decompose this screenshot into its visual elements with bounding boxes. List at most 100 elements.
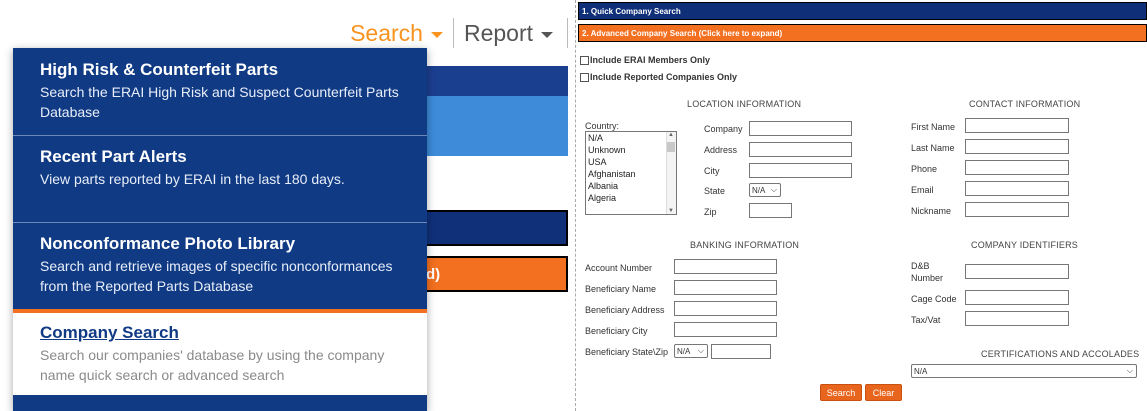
last-name-label: Last Name [911, 143, 955, 153]
tax-vat-input[interactable] [965, 311, 1069, 326]
dnb-label-line2: Number [911, 273, 944, 283]
menu-bottom-bar [13, 395, 427, 411]
members-only-option[interactable]: Include ERAI Members Only [580, 55, 710, 65]
state-select-value: N/A [752, 185, 766, 195]
scroll-up-icon[interactable]: ▲ [667, 132, 675, 138]
beneficiary-state-value: N/A [677, 346, 691, 356]
beneficiary-city-input[interactable] [674, 322, 777, 337]
menu-item-desc: Search our companies' database by using … [40, 347, 385, 383]
dnb-label-line1: D&B [911, 261, 930, 271]
country-option[interactable]: Algeria [586, 192, 676, 204]
first-name-label: First Name [911, 122, 956, 132]
certifications-select[interactable]: N/A ⌵ [911, 364, 1137, 378]
phone-label: Phone [911, 164, 938, 174]
page-bar-fragment: d) [426, 265, 441, 283]
account-number-label: Account Number [585, 263, 653, 273]
city-label: City [704, 166, 720, 176]
advanced-search-bar[interactable]: 2. Advanced Company Search (Click here t… [578, 24, 1147, 42]
chevron-down-icon: ⌵ [770, 185, 777, 194]
nickname-input[interactable] [965, 202, 1069, 217]
address-input[interactable] [749, 142, 852, 157]
nickname-label: Nickname [911, 206, 952, 216]
menu-item-recent-alerts[interactable]: Recent Part Alerts View parts reported b… [13, 135, 427, 222]
search-button[interactable]: Search [820, 384, 862, 401]
zip-input[interactable] [749, 203, 792, 218]
listbox-scrollbar[interactable]: ▲ ▼ [666, 132, 676, 214]
chevron-down-icon [541, 32, 553, 38]
identifiers-heading: COMPANY IDENTIFIERS [971, 240, 1078, 250]
menu-item-title: Company Search [40, 323, 179, 342]
members-only-label: Include ERAI Members Only [590, 55, 711, 65]
state-select[interactable]: N/A ⌵ [749, 183, 781, 197]
last-name-input[interactable] [965, 139, 1069, 154]
company-input[interactable] [749, 121, 852, 136]
certifications-select-value: N/A [914, 366, 928, 376]
beneficiary-zip-input[interactable] [711, 344, 771, 359]
state-label: State [704, 186, 726, 196]
country-option[interactable]: Unknown [586, 144, 676, 156]
scrollbar-thumb[interactable] [667, 142, 675, 152]
menu-item-title: High Risk & Counterfeit Parts [40, 60, 279, 79]
page-bar-blue [420, 66, 568, 96]
reported-only-option[interactable]: Include Reported Companies Only [580, 72, 737, 82]
beneficiary-address-label: Beneficiary Address [585, 305, 665, 315]
beneficiary-state-select[interactable]: N/A ⌵ [674, 344, 708, 358]
chevron-down-icon [430, 32, 443, 38]
city-input[interactable] [749, 163, 852, 178]
tax-vat-label: Tax/Vat [911, 315, 941, 325]
search-dropdown-menu: High Risk & Counterfeit Parts Search the… [13, 48, 427, 411]
country-listbox[interactable]: N/A Unknown USA Afghanistan Albania Alge… [585, 131, 677, 215]
nav-search[interactable]: Search [340, 20, 453, 47]
location-heading: LOCATION INFORMATION [687, 99, 802, 109]
beneficiary-city-label: Beneficiary City [585, 326, 648, 336]
menu-item-photo-library[interactable]: Nonconformance Photo Library Search and … [13, 222, 427, 309]
quick-search-bar[interactable]: 1. Quick Company Search [578, 2, 1147, 20]
beneficiary-name-input[interactable] [674, 280, 777, 295]
email-input[interactable] [965, 181, 1069, 196]
cage-code-input[interactable] [965, 290, 1069, 305]
country-option[interactable]: Albania [586, 180, 676, 192]
country-option[interactable]: USA [586, 156, 676, 168]
screenshot: d) Search Report High Risk & Counterfeit… [0, 0, 1147, 411]
country-label: Country: [585, 121, 620, 131]
menu-item-desc: Search and retrieve images of specific n… [40, 258, 393, 294]
nav-report[interactable]: Report [454, 20, 563, 47]
reported-only-label: Include Reported Companies Only [590, 72, 738, 82]
menu-item-company-search[interactable]: Company Search Search our companies' dat… [13, 309, 427, 395]
nav-menu-panel: d) Search Report High Risk & Counterfeit… [0, 0, 568, 411]
phone-input[interactable] [965, 160, 1069, 175]
members-only-checkbox[interactable] [580, 55, 589, 65]
menu-item-high-risk[interactable]: High Risk & Counterfeit Parts Search the… [13, 48, 427, 135]
menu-item-desc: Search the ERAI High Risk and Suspect Co… [40, 84, 399, 120]
page-bar-light-blue [420, 96, 568, 156]
chevron-down-icon: ⌵ [1126, 366, 1133, 375]
address-label: Address [704, 145, 738, 155]
menu-item-desc: View parts reported by ERAI in the last … [40, 171, 345, 187]
dnb-label: D&B Number [911, 260, 943, 284]
nav-report-label: Report [463, 19, 533, 46]
reported-only-checkbox[interactable] [580, 72, 589, 82]
clear-button[interactable]: Clear [865, 384, 902, 401]
zip-label: Zip [704, 207, 717, 217]
nav-search-label: Search [350, 19, 423, 46]
banking-heading: BANKING INFORMATION [690, 240, 800, 250]
company-search-form: 1. Quick Company Search 2. Advanced Comp… [575, 0, 1147, 411]
beneficiary-address-input[interactable] [674, 301, 777, 316]
country-option[interactable]: Afghanistan [586, 168, 676, 180]
company-label: Company [704, 124, 743, 134]
first-name-input[interactable] [965, 118, 1069, 133]
menu-item-title: Recent Part Alerts [40, 147, 187, 166]
dnb-number-input[interactable] [965, 264, 1069, 279]
chevron-down-icon: ⌵ [697, 346, 704, 355]
beneficiary-state-label: Beneficiary State\Zip [585, 347, 669, 357]
scroll-down-icon[interactable]: ▼ [667, 208, 675, 214]
page-bar-quick-search [420, 210, 568, 246]
email-label: Email [911, 185, 934, 195]
page-bar-advanced-search: d) [420, 256, 568, 292]
account-number-input[interactable] [674, 259, 777, 274]
contact-heading: CONTACT INFORMATION [969, 99, 1081, 109]
certifications-heading: CERTIFICATIONS AND ACCOLADES [981, 349, 1140, 359]
country-option[interactable]: N/A [586, 132, 676, 144]
menu-item-title: Nonconformance Photo Library [40, 234, 296, 253]
cage-code-label: Cage Code [911, 294, 957, 304]
